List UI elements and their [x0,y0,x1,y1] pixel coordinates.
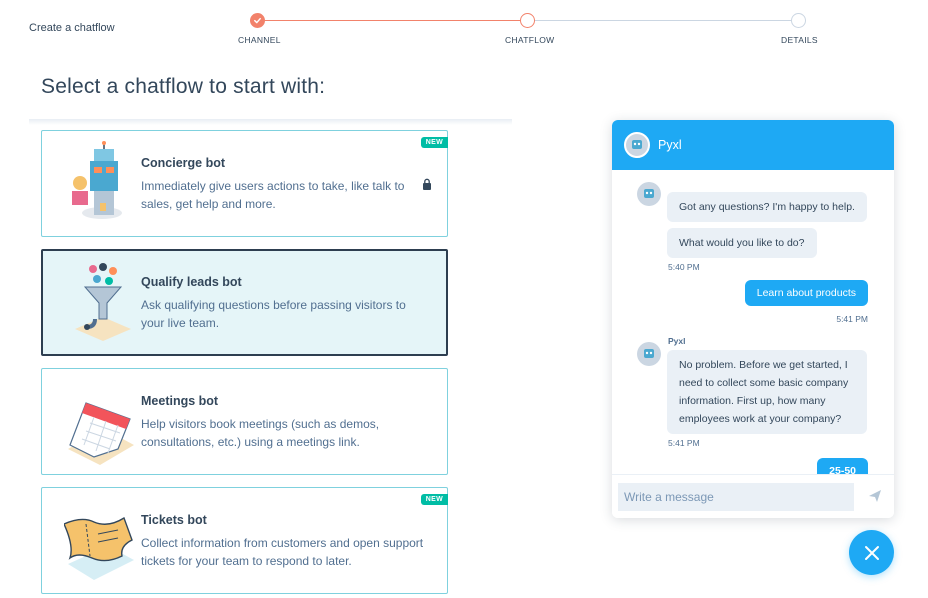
step-channel-check-icon[interactable] [250,13,265,28]
message-timestamp: 5:41 PM [836,314,868,324]
card-description: Ask qualifying questions before passing … [141,298,406,330]
section-divider [29,119,512,125]
close-chat-button[interactable] [849,530,894,575]
send-icon[interactable] [868,489,882,503]
bot-avatar [637,342,661,366]
bot-message: Got any questions? I'm happy to help. [667,192,867,222]
step-label-details: DETAILS [781,35,818,45]
message-sender-name: Pyxl [668,336,686,346]
card-title: Concierge bot [141,156,226,170]
close-icon [864,545,879,560]
chat-message-input[interactable] [618,483,854,511]
message-timestamp: 5:41 PM [668,438,700,448]
new-badge: NEW [420,137,448,148]
step-label-channel[interactable]: CHANNEL [238,35,281,45]
chatflow-card-tickets-bot[interactable]: Tickets bot Collect information from cus… [41,487,448,594]
chatflow-card-meetings-bot[interactable]: Meetings bot Help visitors book meetings… [41,368,448,475]
calendar-illustration [68,402,134,465]
chat-bot-name: Pyxl [658,138,682,152]
chat-composer [612,474,894,518]
user-message: 25-50 [817,458,868,474]
chat-header: Pyxl [612,120,894,170]
new-badge: NEW [420,494,448,505]
chat-messages[interactable]: Got any questions? I'm happy to help. Wh… [612,170,894,474]
card-title: Tickets bot [141,513,207,527]
chatflow-card-concierge-bot[interactable]: Concierge bot Immediately give users act… [41,130,448,237]
funnel-illustration [75,263,131,341]
bot-message: No problem. Before we get started, I nee… [667,350,867,434]
page-breadcrumb-title: Create a chatflow [29,22,115,34]
bot-avatar [637,182,661,206]
card-title: Meetings bot [141,394,219,408]
page-title: Select a chatflow to start with: [41,75,326,98]
user-message: Learn about products [744,280,868,306]
stepper-line-upcoming [534,20,798,21]
card-description: Immediately give users actions to take, … [141,179,405,211]
bot-message: What would you like to do? [667,228,817,258]
ticket-illustration [64,516,134,580]
concierge-robot-illustration [72,141,122,219]
chatflow-card-qualify-leads-bot[interactable]: Qualify leads bot Ask qualifying questio… [41,249,448,356]
chat-widget-preview: Pyxl Got any questions? I'm happy to hel… [612,120,894,518]
step-chatflow-dot [520,13,535,28]
bot-avatar [624,132,650,158]
card-description: Help visitors book meetings (such as dem… [141,417,380,449]
step-label-chatflow: CHATFLOW [505,35,555,45]
card-title: Qualify leads bot [141,275,242,289]
message-timestamp: 5:40 PM [668,262,700,272]
progress-stepper: CHANNEL CHATFLOW DETAILS [238,12,818,48]
step-details-dot [791,13,806,28]
stepper-line-complete [258,20,528,21]
card-description: Collect information from customers and o… [141,536,424,568]
lock-icon [423,178,431,190]
